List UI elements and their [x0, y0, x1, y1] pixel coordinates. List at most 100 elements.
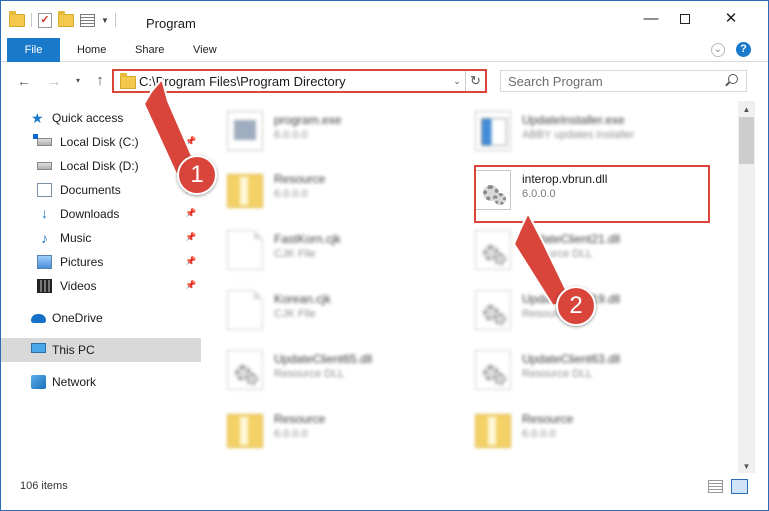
window-title: Program: [146, 16, 196, 31]
exe-icon: [227, 111, 263, 151]
sidebar-item-label: Quick access: [52, 111, 124, 125]
file-item[interactable]: UpdateClient63.dll Resource DLL: [459, 342, 699, 398]
chevron-down-icon[interactable]: ▼: [101, 16, 109, 25]
file-detail: 6.0.0.0: [274, 129, 308, 141]
pin-icon[interactable]: 📌: [185, 136, 196, 147]
divider: [31, 13, 32, 27]
sidebar-item-label: OneDrive: [52, 311, 103, 325]
sidebar-item-label: Local Disk (D:): [60, 159, 139, 173]
pin-icon[interactable]: 📌: [185, 280, 196, 291]
recent-locations-button[interactable]: ▾: [69, 72, 87, 90]
tab-share[interactable]: Share: [125, 38, 174, 62]
refresh-button[interactable]: ↻: [465, 71, 485, 91]
details-view-icon[interactable]: [708, 480, 723, 493]
file-name: UpdateInstaller.exe: [522, 113, 625, 127]
file-detail: Resource DLL: [522, 248, 593, 260]
file-detail: 6.0.0.0: [274, 188, 308, 200]
file-detail: Resource DLL: [274, 368, 345, 380]
scroll-down-button[interactable]: ▼: [738, 458, 755, 475]
videos-icon: [37, 279, 52, 293]
sidebar-item-downloads[interactable]: ↓ Downloads 📌: [1, 202, 201, 226]
sidebar-item-label: Videos: [60, 279, 97, 293]
pin-icon[interactable]: 📌: [185, 256, 196, 267]
quick-access-toolbar: ✓ ▼: [9, 10, 116, 29]
tab-view[interactable]: View: [183, 38, 227, 62]
sidebar-item-local-disk-c[interactable]: Local Disk (C:) 📌: [1, 130, 201, 154]
folder-icon: [227, 414, 263, 448]
file-item[interactable]: Korean.cjk CJK File: [211, 282, 451, 338]
highlight-box: [474, 165, 710, 223]
large-icons-view-icon[interactable]: [731, 479, 748, 494]
sidebar-item-music[interactable]: ♪ Music 📌: [1, 226, 201, 250]
address-dropdown-button[interactable]: ⌄: [450, 73, 464, 89]
up-button[interactable]: ↑: [91, 72, 109, 90]
new-folder-icon[interactable]: [58, 10, 74, 27]
close-button[interactable]: ✕: [708, 1, 754, 37]
file-name: FastKorn.cjk: [274, 232, 341, 246]
file-name: Resource: [274, 412, 326, 426]
folder-icon[interactable]: [9, 10, 25, 27]
tab-file[interactable]: File: [7, 38, 60, 62]
file-detail: 6.0.0.0: [522, 428, 556, 440]
sidebar-item-this-pc[interactable]: This PC: [1, 338, 201, 362]
pin-icon[interactable]: 📌: [185, 208, 196, 219]
address-bar[interactable]: C:\Program Files\Program Directory ⌄ ↻: [112, 69, 487, 93]
sidebar-item-label: Documents: [60, 183, 121, 197]
file-detail: Resource DLL: [522, 368, 593, 380]
file-item[interactable]: UpdateClient21.dll Resource DLL: [459, 222, 699, 278]
sidebar-item-documents[interactable]: Documents 📌: [1, 178, 201, 202]
sidebar-item-label: This PC: [52, 343, 95, 357]
back-button[interactable]: ←: [15, 72, 33, 90]
vertical-scrollbar[interactable]: ▲ ▼: [738, 101, 755, 473]
gear-icon: [494, 373, 506, 385]
file-detail: CJK File: [274, 308, 316, 320]
scroll-thumb[interactable]: [739, 117, 754, 164]
file-name: Korean.cjk: [274, 292, 331, 306]
sidebar-item-label: Pictures: [60, 255, 104, 269]
file-item[interactable]: program.exe 6.0.0.0: [211, 103, 451, 159]
sidebar-item-label: Local Disk (C:): [60, 135, 139, 149]
drive-icon: [33, 134, 52, 146]
gear-icon: [246, 373, 258, 385]
dll-icon: [227, 350, 263, 390]
file-item[interactable]: UpdateClient65.dll Resource DLL: [211, 342, 451, 398]
expand-ribbon-icon[interactable]: ⌄: [711, 43, 725, 57]
properties-check-icon[interactable]: ✓: [38, 12, 52, 28]
tab-home[interactable]: Home: [67, 38, 116, 62]
search-icon[interactable]: [728, 74, 738, 84]
file-name: UpdateClient63.dll: [522, 352, 621, 366]
file-item[interactable]: FastKorn.cjk CJK File: [211, 222, 451, 278]
search-box: [500, 70, 747, 92]
sidebar-item-label: Downloads: [60, 207, 120, 221]
file-item[interactable]: Resource 6.0.0.0: [211, 402, 451, 458]
item-count: 106 items: [20, 480, 68, 492]
network-icon: [31, 375, 46, 389]
file-name: program.exe: [274, 113, 342, 127]
sidebar-item-label: Network: [52, 375, 97, 389]
sidebar-item-pictures[interactable]: Pictures 📌: [1, 250, 201, 274]
divider: [114, 13, 116, 27]
file-item[interactable]: UpdateInstaller.exe ABBY updates install…: [459, 103, 699, 159]
folder-icon: [120, 73, 136, 89]
file-item[interactable]: Resource 6.0.0.0: [459, 402, 699, 458]
scroll-up-button[interactable]: ▲: [738, 101, 755, 118]
status-bar: 106 items: [1, 475, 768, 497]
sidebar-item-quick-access[interactable]: ★ Quick access: [1, 106, 201, 130]
maximize-button[interactable]: [662, 1, 708, 37]
folder-icon: [227, 174, 263, 208]
file-name: Resource: [274, 172, 326, 186]
file-detail: CJK File: [274, 248, 316, 260]
search-input[interactable]: [501, 71, 711, 91]
sidebar-item-videos[interactable]: Videos 📌: [1, 274, 201, 298]
sidebar-item-local-disk-d[interactable]: Local Disk (D:): [1, 154, 201, 178]
help-icon[interactable]: ?: [736, 42, 751, 57]
pin-icon[interactable]: 📌: [185, 232, 196, 243]
step-2-badge: 2: [556, 286, 596, 326]
file-item[interactable]: Resource 6.0.0.0: [211, 162, 451, 218]
address-path[interactable]: C:\Program Files\Program Directory: [139, 74, 346, 89]
folder-icon: [475, 414, 511, 448]
sidebar-item-onedrive[interactable]: OneDrive: [1, 306, 201, 330]
forward-button[interactable]: →: [45, 72, 63, 90]
properties-icon[interactable]: [80, 13, 95, 27]
sidebar-item-network[interactable]: Network: [1, 370, 201, 394]
